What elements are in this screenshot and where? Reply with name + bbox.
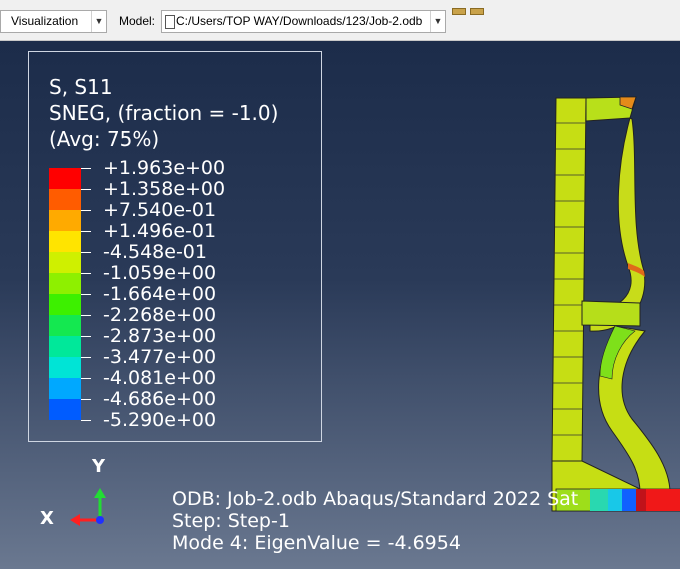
info-step-line: Step: Step-1	[172, 510, 290, 532]
viewport[interactable]: S, S11 SNEG, (fraction = -1.0) (Avg: 75%…	[0, 41, 680, 569]
info-odb-line: ODB: Job-2.odb Abaqus/Standard 2022 Sat	[172, 488, 579, 510]
triad-arrows	[70, 488, 106, 526]
middle-link	[581, 300, 641, 327]
toolbar: Visualization ▼ Model: C:/Users/TOP WAY/…	[0, 0, 680, 41]
chevron-down-icon[interactable]: ▼	[430, 11, 445, 32]
right-strut	[589, 117, 646, 332]
module-select-value: Visualization	[11, 14, 79, 28]
toolbar-icon[interactable]	[452, 8, 466, 15]
info-mode-line: Mode 4: EigenValue = -4.6954	[172, 532, 461, 554]
coordinate-triad-icon: Y X	[30, 456, 120, 531]
left-column	[551, 97, 587, 462]
toolbar-icon[interactable]	[470, 8, 484, 15]
model-select[interactable]: C:/Users/TOP WAY/Downloads/123/Job-2.odb…	[161, 10, 446, 33]
model-label: Model:	[119, 14, 156, 28]
file-icon	[165, 15, 175, 29]
toolbar-icons-row[interactable]	[452, 0, 512, 15]
model-select-value: C:/Users/TOP WAY/Downloads/123/Job-2.odb	[176, 14, 423, 28]
module-select[interactable]: Visualization ▼	[0, 10, 107, 33]
chevron-down-icon[interactable]: ▼	[91, 11, 106, 32]
